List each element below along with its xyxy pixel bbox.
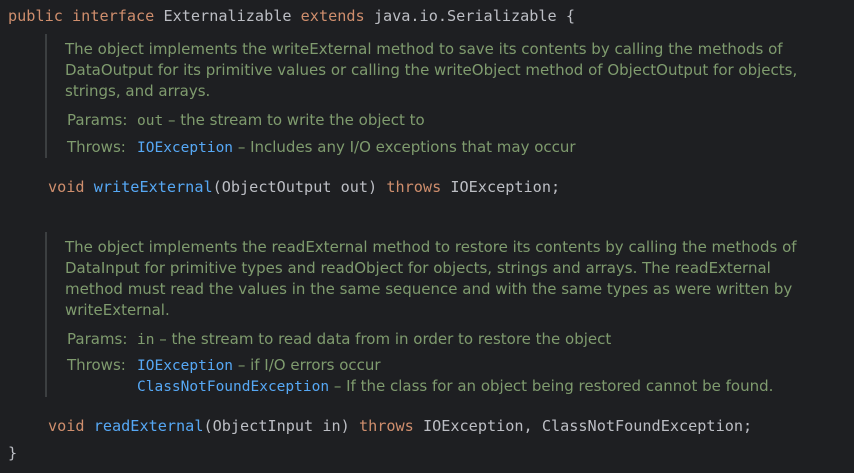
throws-description-1: – if I/O errors occur <box>237 356 381 374</box>
method-exceptions: IOException, ClassNotFoundException; <box>422 417 753 435</box>
params-label: Params: <box>67 330 128 348</box>
keyword-void: void <box>48 417 85 435</box>
throws-description-2: – If the class for an object being resto… <box>333 377 774 395</box>
method-name-read-external[interactable]: readExternal <box>94 417 204 435</box>
keyword-void: void <box>48 178 85 196</box>
open-brace: { <box>565 7 576 25</box>
method-exceptions: IOException; <box>450 178 561 196</box>
read-external-doc: The object implements the readExternal m… <box>45 232 825 397</box>
keyword-throws: throws <box>358 417 414 435</box>
read-doc-description: The object implements the readExternal m… <box>65 238 797 319</box>
throws-type-link[interactable]: IOException <box>137 140 233 156</box>
read-doc-throws: Throws: IOException – if I/O errors occur <box>67 355 827 376</box>
interface-declaration: public interface Externalizable extends … <box>8 6 575 26</box>
write-external-doc: The object implements the writeExternal … <box>45 34 825 158</box>
write-doc-params: Params: out – the stream to write the obj… <box>67 110 827 131</box>
throws-description: – Includes any I/O exceptions that may o… <box>237 138 576 156</box>
write-external-method: void writeExternal(ObjectOutput out) thr… <box>48 177 560 197</box>
write-doc-throws: Throws: IOException – Includes any I/O ex… <box>67 137 827 158</box>
throws-label: Throws: <box>67 356 126 374</box>
read-external-method: void readExternal(ObjectInput in) throws… <box>48 416 752 436</box>
method-signature: (ObjectOutput out) <box>212 178 378 196</box>
params-label: Params: <box>67 111 128 129</box>
keyword-interface: interface <box>72 7 155 25</box>
throws-type-link-2[interactable]: ClassNotFoundException <box>137 379 329 395</box>
read-doc-params: Params: in – the stream to read data from… <box>67 329 827 350</box>
interface-name[interactable]: Externalizable <box>163 7 291 25</box>
keyword-public: public <box>8 7 63 25</box>
close-brace: } <box>8 444 18 462</box>
method-name-write-external[interactable]: writeExternal <box>94 178 213 196</box>
keyword-extends: extends <box>300 7 365 25</box>
method-signature: (ObjectInput in) <box>203 417 350 435</box>
read-doc-throws-2: ClassNotFoundException – If the class fo… <box>67 376 827 397</box>
param-name: out <box>137 113 164 129</box>
keyword-throws: throws <box>386 178 442 196</box>
param-name: in <box>137 332 155 348</box>
param-description: – the stream to read data from in order … <box>159 330 612 348</box>
parent-interface[interactable]: java.io.Serializable <box>374 7 557 25</box>
write-doc-description: The object implements the writeExternal … <box>65 40 798 100</box>
throws-type-link-1[interactable]: IOException <box>137 358 233 374</box>
throws-label: Throws: <box>67 138 126 156</box>
param-description: – the stream to write the object to <box>167 111 425 129</box>
